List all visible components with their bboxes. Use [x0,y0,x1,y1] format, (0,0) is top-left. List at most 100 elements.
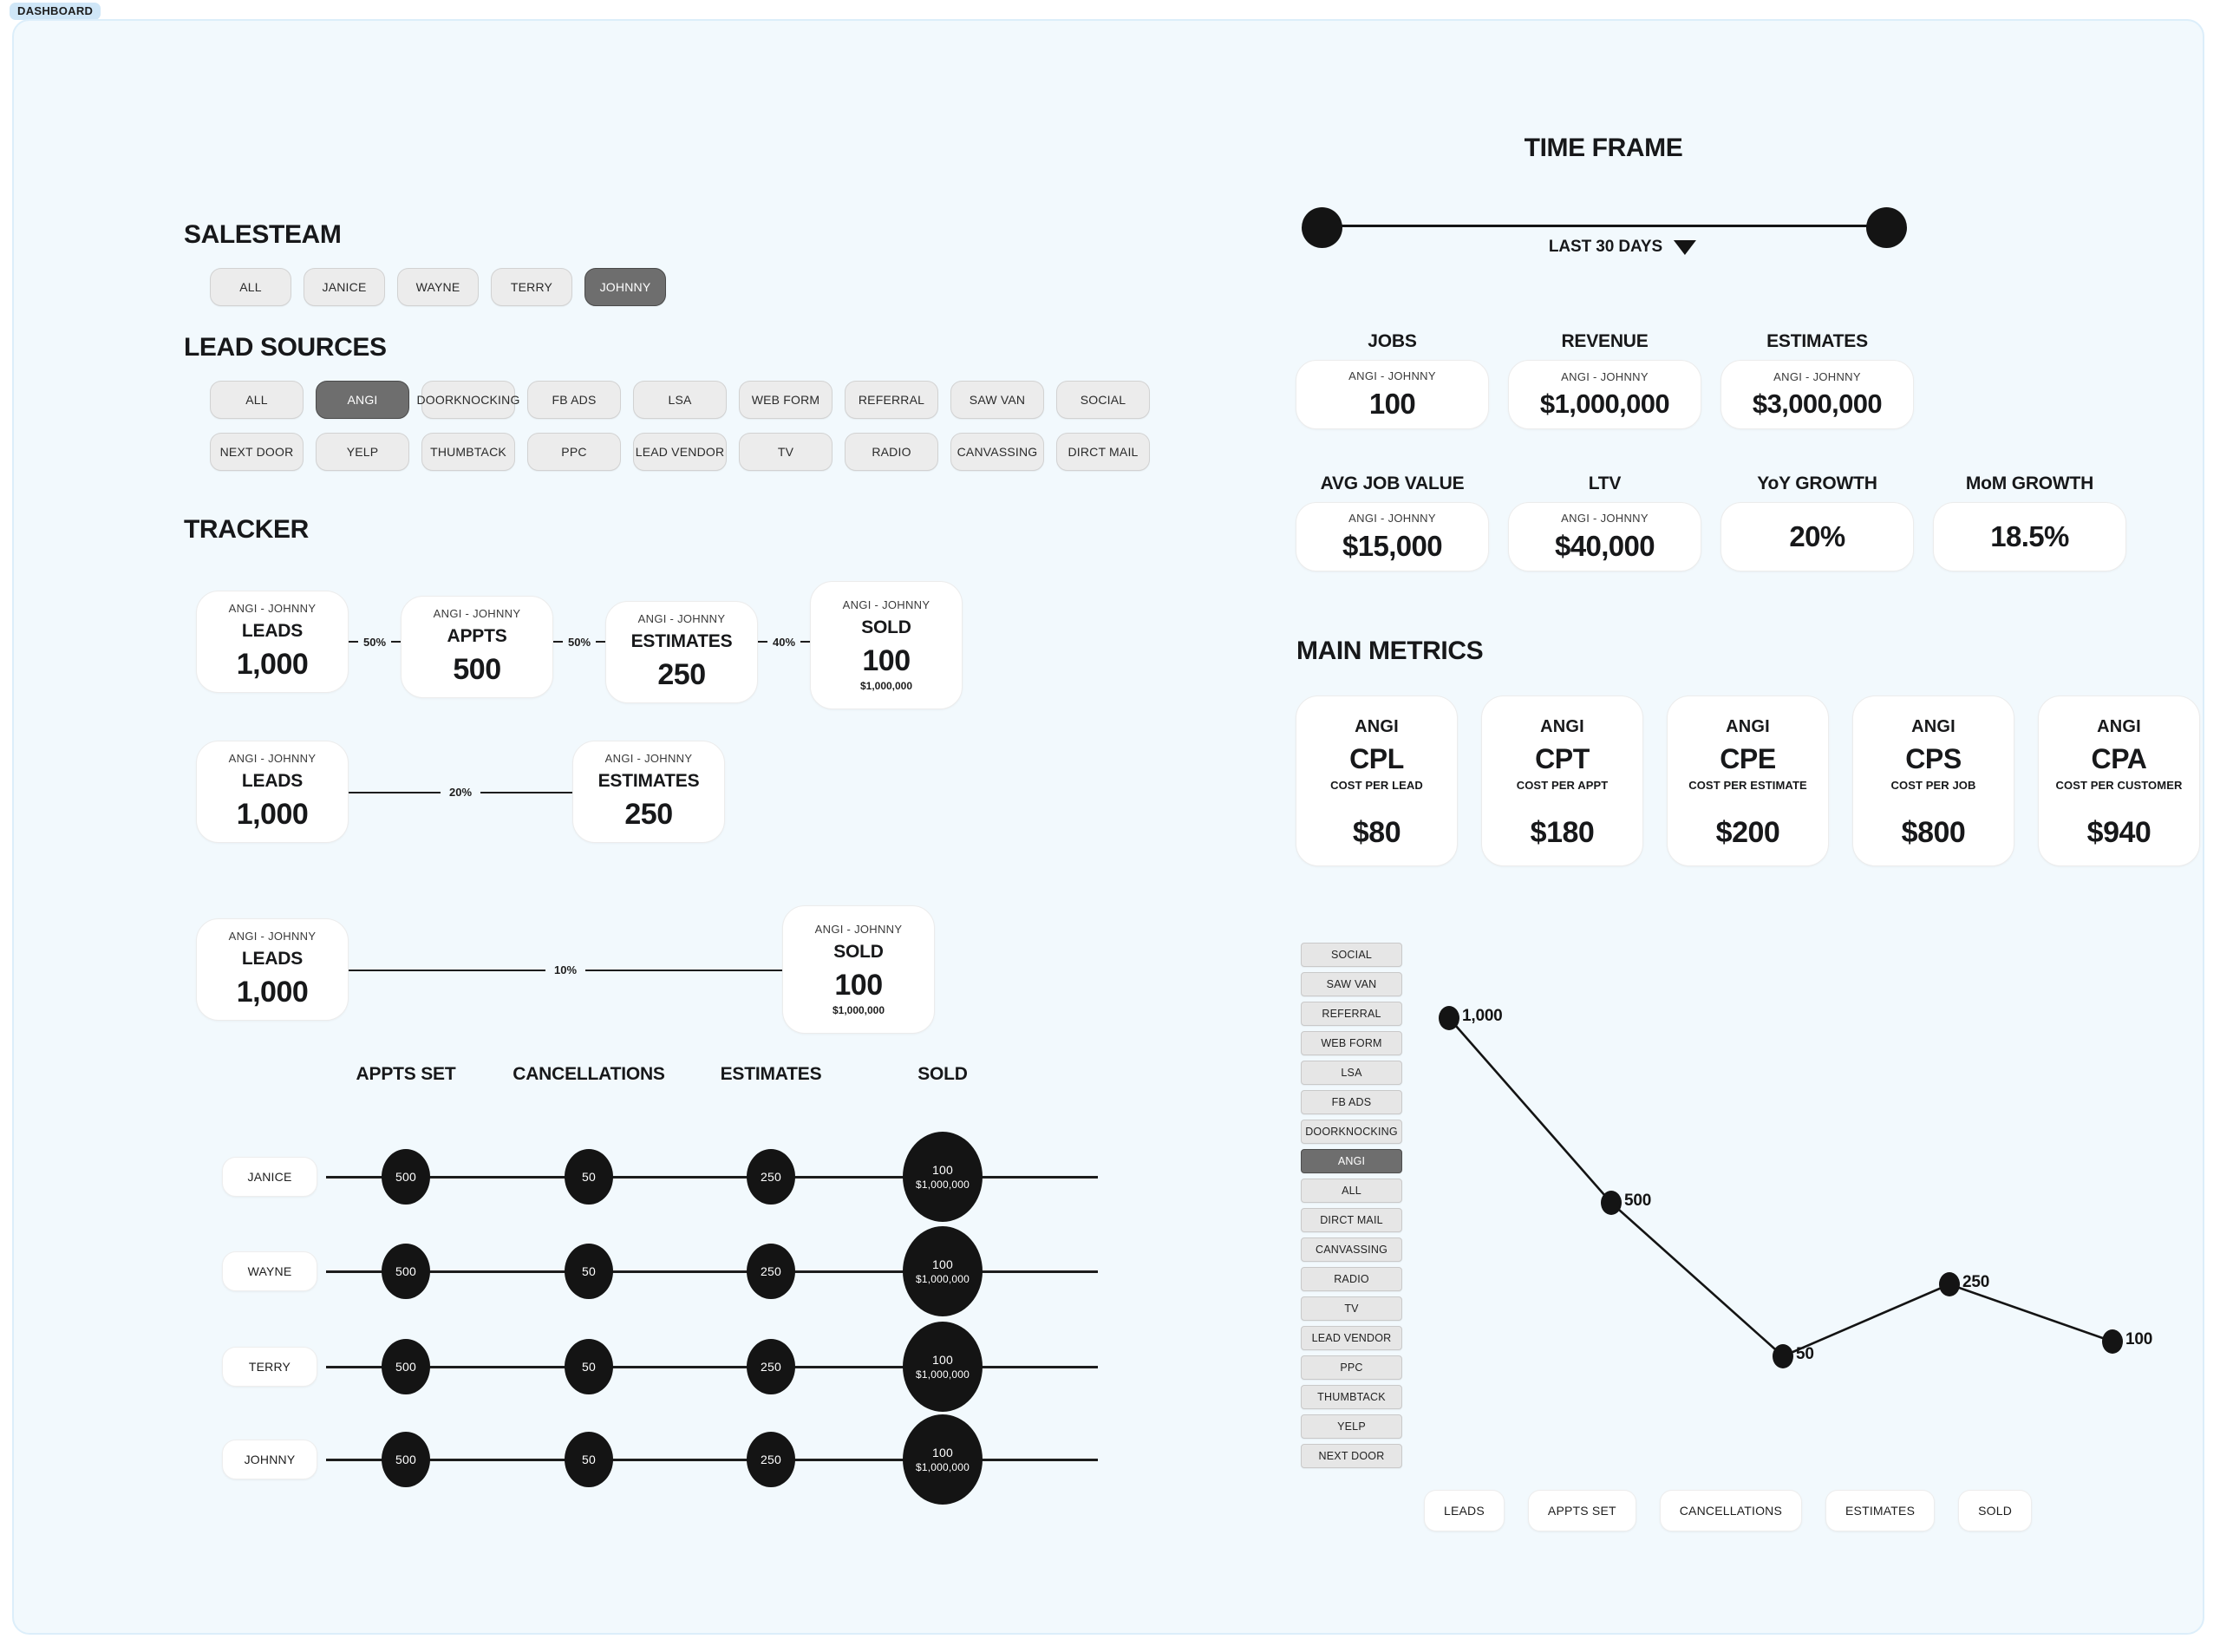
rep-node-estimates[interactable]: 250 [747,1432,795,1487]
chart-legend-item-next-door[interactable]: NEXT DOOR [1301,1444,1402,1468]
rep-node-sold[interactable]: 100 $1,000,000 [903,1132,983,1222]
slider-handle-end[interactable] [1866,207,1907,248]
tracker-card-leads[interactable]: ANGI - JOHNNY LEADS 1,000 [196,741,349,843]
lead-source-pill-dirct-mail[interactable]: DIRCT MAIL [1056,433,1150,471]
chart-point-estimates[interactable] [1939,1272,1960,1296]
rep-node-appts-set[interactable]: 500 [382,1339,430,1394]
chart-axis-button-appts-set[interactable]: APPTS SET [1527,1490,1636,1531]
chart-legend-item-dirct-mail[interactable]: DIRCT MAIL [1301,1208,1402,1232]
main-metric-card-cpa[interactable]: ANGI CPA COST PER CUSTOMER $940 [2038,695,2200,866]
main-metric-card-cps[interactable]: ANGI CPS COST PER JOB $800 [1852,695,2014,866]
tracker-card-estimates[interactable]: ANGI - JOHNNY ESTIMATES 250 [605,601,758,703]
chart-legend-item-canvassing[interactable]: CANVASSING [1301,1237,1402,1262]
rep-node-cancellations[interactable]: 50 [565,1149,613,1205]
tracker-card-name: APPTS [447,626,507,646]
chart-axis-button-estimates[interactable]: ESTIMATES [1825,1490,1936,1531]
rep-name-wayne[interactable]: WAYNE [222,1251,317,1291]
salesteam-pill-terry[interactable]: TERRY [491,268,572,306]
chart-axis-button-leads[interactable]: LEADS [1424,1490,1505,1531]
salesteam-pill-wayne[interactable]: WAYNE [397,268,479,306]
chart-legend-item-social[interactable]: SOCIAL [1301,943,1402,967]
kpi-card[interactable]: ANGI - JOHNNY $1,000,000 [1508,360,1701,429]
kpi-card[interactable]: ANGI - JOHNNY 100 [1296,360,1489,429]
chart-axis-button-sold[interactable]: SOLD [1958,1490,2033,1531]
lead-source-pill-lsa[interactable]: LSA [633,381,727,419]
rep-node-estimates[interactable]: 250 [747,1244,795,1299]
main-metric-card-cpe[interactable]: ANGI CPE COST PER ESTIMATE $200 [1667,695,1829,866]
kpi-card[interactable]: ANGI - JOHNNY $40,000 [1508,502,1701,571]
chart-legend-item-yelp[interactable]: YELP [1301,1414,1402,1439]
salesteam-pill-janice[interactable]: JANICE [304,268,385,306]
chart-legend-item-thumbtack[interactable]: THUMBTACK [1301,1385,1402,1409]
chart-point-appts-set[interactable] [1601,1191,1622,1215]
tracker-card-sold[interactable]: ANGI - JOHNNY SOLD 100 $1,000,000 [810,581,963,709]
slider-handle-start[interactable] [1302,207,1342,248]
chart-point-label-leads: 1,000 [1462,1007,1503,1025]
lead-source-pill-referral[interactable]: REFERRAL [845,381,938,419]
chart-legend-item-tv[interactable]: TV [1301,1296,1402,1321]
rep-node-appts-set[interactable]: 500 [382,1149,430,1205]
chart-legend-item-lsa[interactable]: LSA [1301,1061,1402,1085]
rep-node-appts-set[interactable]: 500 [382,1244,430,1299]
chevron-down-icon[interactable] [1674,239,1697,255]
chart-legend-item-saw-van[interactable]: SAW VAN [1301,972,1402,996]
lead-source-pill-tv[interactable]: TV [739,433,832,471]
lead-source-pill-all[interactable]: ALL [210,381,304,419]
chart-legend-item-referral[interactable]: REFERRAL [1301,1002,1402,1026]
main-metric-card-cpt[interactable]: ANGI CPT COST PER APPT $180 [1481,695,1643,866]
rep-node-cancellations[interactable]: 50 [565,1339,613,1394]
lead-source-pill-canvassing[interactable]: CANVASSING [950,433,1044,471]
main-metric-card-cpl[interactable]: ANGI CPL COST PER LEAD $80 [1296,695,1458,866]
rep-node-sold[interactable]: 100 $1,000,000 [903,1322,983,1412]
chart-point-cancellations[interactable] [1773,1344,1793,1368]
tracker-card-source: ANGI - JOHNNY [433,607,521,620]
kpi-card[interactable]: ANGI - JOHNNY $3,000,000 [1720,360,1914,429]
lead-source-pill-ppc[interactable]: PPC [527,433,621,471]
lead-source-pill-doorknocking[interactable]: DOORKNOCKING [416,381,519,419]
salesteam-pill-all[interactable]: ALL [210,268,291,306]
chart-legend-item-radio[interactable]: RADIO [1301,1267,1402,1291]
rep-node-estimates[interactable]: 250 [747,1339,795,1394]
rep-node-sold[interactable]: 100 $1,000,000 [903,1226,983,1316]
rep-node-cancellations[interactable]: 50 [565,1432,613,1487]
salesteam-pill-johnny[interactable]: JOHNNY [584,268,666,306]
kpi-value: $1,000,000 [1539,388,1670,419]
rep-name-johnny[interactable]: JOHNNY [222,1440,317,1479]
tracker-card-appts[interactable]: ANGI - JOHNNY APPTS 500 [401,596,553,698]
time-frame-dropdown[interactable]: LAST 30 DAYS [1549,238,1697,257]
lead-source-pill-lead-vendor[interactable]: LEAD VENDOR [633,433,727,471]
rep-node-sold[interactable]: 100 $1,000,000 [903,1414,983,1505]
lead-source-pill-saw-van[interactable]: SAW VAN [950,381,1044,419]
chart-point-leads[interactable] [1439,1006,1459,1030]
kpi-card[interactable]: ANGI - JOHNNY $15,000 [1296,502,1489,571]
lead-source-pill-angi[interactable]: ANGI [316,381,409,419]
chart-point-sold[interactable] [2102,1329,2123,1354]
chart-legend-item-lead-vendor[interactable]: LEAD VENDOR [1301,1326,1402,1350]
chart-legend-item-fb-ads[interactable]: FB ADS [1301,1090,1402,1114]
slider-track[interactable] [1322,225,1887,227]
rep-node-appts-set[interactable]: 500 [382,1432,430,1487]
rep-name-terry[interactable]: TERRY [222,1347,317,1387]
tracker-card-leads[interactable]: ANGI - JOHNNY LEADS 1,000 [196,918,349,1021]
lead-source-pill-fb-ads[interactable]: FB ADS [527,381,621,419]
tracker-card-sold[interactable]: ANGI - JOHNNY SOLD 100 $1,000,000 [782,905,935,1034]
rep-node-estimates[interactable]: 250 [747,1149,795,1205]
lead-source-pill-radio[interactable]: RADIO [845,433,938,471]
lead-source-pill-yelp[interactable]: YELP [316,433,409,471]
lead-source-pill-next-door[interactable]: NEXT DOOR [210,433,304,471]
rep-node-cancellations[interactable]: 50 [565,1244,613,1299]
rep-name-janice[interactable]: JANICE [222,1157,317,1197]
lead-source-pill-web-form[interactable]: WEB FORM [739,381,832,419]
kpi-card[interactable]: 20% [1720,502,1914,571]
tracker-card-estimates[interactable]: ANGI - JOHNNY ESTIMATES 250 [572,741,725,843]
chart-legend-item-doorknocking[interactable]: DOORKNOCKING [1301,1120,1402,1144]
chart-legend-item-ppc[interactable]: PPC [1301,1355,1402,1380]
tracker-card-leads[interactable]: ANGI - JOHNNY LEADS 1,000 [196,591,349,693]
kpi-card[interactable]: 18.5% [1933,502,2126,571]
lead-source-pill-thumbtack[interactable]: THUMBTACK [421,433,515,471]
chart-legend-item-all[interactable]: ALL [1301,1179,1402,1203]
lead-source-pill-social[interactable]: SOCIAL [1056,381,1150,419]
chart-axis-button-cancellations[interactable]: CANCELLATIONS [1659,1490,1803,1531]
chart-legend-item-web-form[interactable]: WEB FORM [1301,1031,1402,1055]
chart-legend-item-angi[interactable]: ANGI [1301,1149,1402,1173]
